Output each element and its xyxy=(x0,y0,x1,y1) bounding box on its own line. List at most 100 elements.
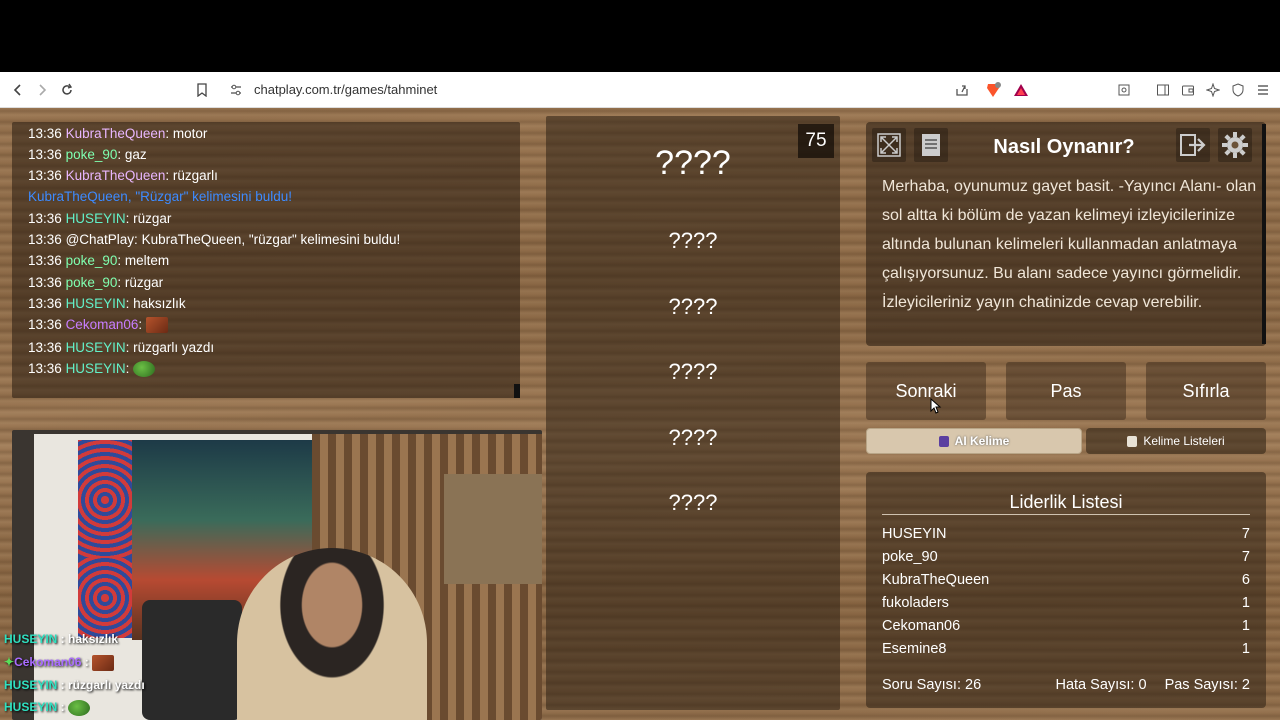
player-name: poke_90 xyxy=(882,549,938,565)
fullscreen-icon[interactable] xyxy=(872,128,906,162)
chat-line: 13:36 poke_90: rüzgar xyxy=(28,275,164,290)
top-black-bar xyxy=(0,0,1280,72)
clipboard-icon xyxy=(1127,435,1138,447)
forward-icon[interactable] xyxy=(32,80,52,100)
reload-icon[interactable] xyxy=(57,80,77,100)
chat-line: 13:36 HUSEYIN: rüzgar xyxy=(28,211,172,226)
chat-message: KubraTheQueen, "rüzgar" kelimesini buldu… xyxy=(141,232,401,247)
overlay-chat-line: HUSEYIN : haksızlık xyxy=(4,632,119,646)
overlay-username: HUSEYIN xyxy=(4,678,58,692)
brave-shield-icon[interactable] xyxy=(983,80,1003,100)
vpn-icon[interactable] xyxy=(1228,80,1248,100)
how-to-scrollbar[interactable] xyxy=(1262,124,1266,344)
overlay-username: HUSEYIN xyxy=(4,632,58,646)
chat-username[interactable]: poke_90 xyxy=(66,253,118,268)
next-button[interactable]: Sonraki xyxy=(866,362,986,420)
chat-username[interactable]: HUSEYIN xyxy=(66,296,126,311)
chat-message: rüzgar xyxy=(124,275,164,290)
menu-icon[interactable] xyxy=(1253,80,1273,100)
chat-username[interactable]: KubraTheQueen xyxy=(66,126,166,141)
chat-username[interactable]: poke_90 xyxy=(66,275,118,290)
leaderboard-divider xyxy=(882,514,1250,515)
overlay-chat-line: HUSEYIN : xyxy=(4,700,91,716)
reader-icon[interactable] xyxy=(1114,80,1134,100)
sidebar-icon[interactable] xyxy=(1153,80,1173,100)
how-to-text: Merhaba, oyunumuz gayet basit. -Yayıncı … xyxy=(882,178,1257,311)
player-score: 7 xyxy=(1241,526,1250,542)
face-emote-icon xyxy=(92,655,115,671)
player-name: KubraTheQueen xyxy=(882,572,990,588)
chat-username[interactable]: HUSEYIN xyxy=(66,211,126,226)
overlay-username: HUSEYIN xyxy=(4,700,58,715)
ai-word-label: AI Kelime xyxy=(954,434,1010,448)
chat-message: gaz xyxy=(124,147,147,162)
webcam-poster xyxy=(78,558,132,638)
chat-time: 13:36 xyxy=(28,147,62,162)
robot-icon xyxy=(938,435,949,447)
reset-button[interactable]: Sıfırla xyxy=(1146,362,1266,420)
player-score: 7 xyxy=(1241,549,1250,565)
word-panel xyxy=(546,116,840,710)
word-lists-label: Kelime Listeleri xyxy=(1143,434,1225,448)
forbidden-word: ???? xyxy=(668,359,718,384)
bookmark-icon[interactable] xyxy=(192,80,212,100)
chat-message: motor xyxy=(172,126,208,141)
site-info-icon[interactable] xyxy=(226,80,246,100)
chat-time: 13:36 xyxy=(28,232,62,247)
chat-line: 13:36 HUSEYIN: rüzgarlı yazdı xyxy=(28,340,215,355)
webcam-chair xyxy=(142,600,242,720)
back-icon[interactable] xyxy=(8,80,28,100)
chat-time: 13:36 xyxy=(28,275,62,290)
pass-button[interactable]: Pas xyxy=(1006,362,1126,420)
player-score: 1 xyxy=(1241,618,1250,634)
webcam-photo-board xyxy=(444,474,542,584)
leaderboard-row: poke_90 7 xyxy=(882,549,1250,565)
chat-scrollbar[interactable] xyxy=(514,384,520,398)
target-word: ???? xyxy=(655,144,731,182)
game-stats: Soru Sayısı: 26 Hata Sayısı: 0 Pas Sayıs… xyxy=(882,677,1250,693)
exit-icon[interactable] xyxy=(1176,128,1210,162)
wallet-icon[interactable] xyxy=(1178,80,1198,100)
chat-message: rüzgar xyxy=(133,211,172,226)
forbidden-word: ???? xyxy=(668,228,718,253)
chat-line: 13:36 HUSEYIN: haksızlık xyxy=(28,296,186,311)
chat-username[interactable]: HUSEYIN xyxy=(66,340,126,355)
chat-line: 13:36 KubraTheQueen: motor xyxy=(28,126,208,141)
leaderboard-title: Liderlik Listesi xyxy=(1009,492,1123,512)
ai-word-button[interactable]: AI Kelime xyxy=(866,428,1082,454)
player-score: 6 xyxy=(1241,572,1250,588)
leo-icon[interactable] xyxy=(1203,80,1223,100)
settings-gear-icon[interactable] xyxy=(1218,128,1252,162)
leaderboard-row: KubraTheQueen 6 xyxy=(882,572,1250,588)
chat-username[interactable]: HUSEYIN xyxy=(66,361,126,376)
browser-toolbar: chatplay.com.tr/games/tahminet xyxy=(0,72,1280,108)
chat-username[interactable]: poke_90 xyxy=(66,147,118,162)
share-icon[interactable] xyxy=(952,80,972,100)
chat-line: 13:36 HUSEYIN: xyxy=(28,361,156,378)
forbidden-word: ???? xyxy=(668,425,718,450)
rewards-icon[interactable] xyxy=(1011,80,1031,100)
overlay-username: Cekoman06 xyxy=(14,655,82,670)
chat-line: 13:36 KubraTheQueen: rüzgarlı xyxy=(28,168,218,183)
overlay-chat-line: ✦Cekoman06 : xyxy=(4,655,115,671)
word-lists-button[interactable]: Kelime Listeleri xyxy=(1086,428,1266,454)
chat-message: rüzgarlı yazdı xyxy=(133,340,215,355)
chat-message: haksızlık xyxy=(133,296,186,311)
chat-username[interactable]: @ChatPlay xyxy=(66,232,134,247)
player-score: 1 xyxy=(1241,641,1250,657)
player-name: HUSEYIN xyxy=(882,526,947,542)
chat-message: meltem xyxy=(124,253,170,268)
url-text[interactable]: chatplay.com.tr/games/tahminet xyxy=(254,82,437,97)
system-message: KubraTheQueen, "Rüzgar" kelimesini buldu… xyxy=(28,189,292,204)
player-name: Cekoman06 xyxy=(882,618,961,634)
chat-time: 13:36 xyxy=(28,340,62,355)
chat-username[interactable]: Cekoman06 xyxy=(66,317,139,332)
chat-line: 13:36 Cekoman06: xyxy=(28,317,168,334)
chat-system-line: KubraTheQueen, "Rüzgar" kelimesini buldu… xyxy=(28,189,292,204)
chat-username[interactable]: KubraTheQueen xyxy=(66,168,166,183)
chat-time: 13:36 xyxy=(28,126,62,141)
overlay-chat-line: HUSEYIN : rüzgarlı yazdı xyxy=(4,678,145,692)
chat-time: 13:36 xyxy=(28,296,62,311)
chat-line: 13:36 poke_90: gaz xyxy=(28,147,147,162)
chat-time: 13:36 xyxy=(28,211,62,226)
